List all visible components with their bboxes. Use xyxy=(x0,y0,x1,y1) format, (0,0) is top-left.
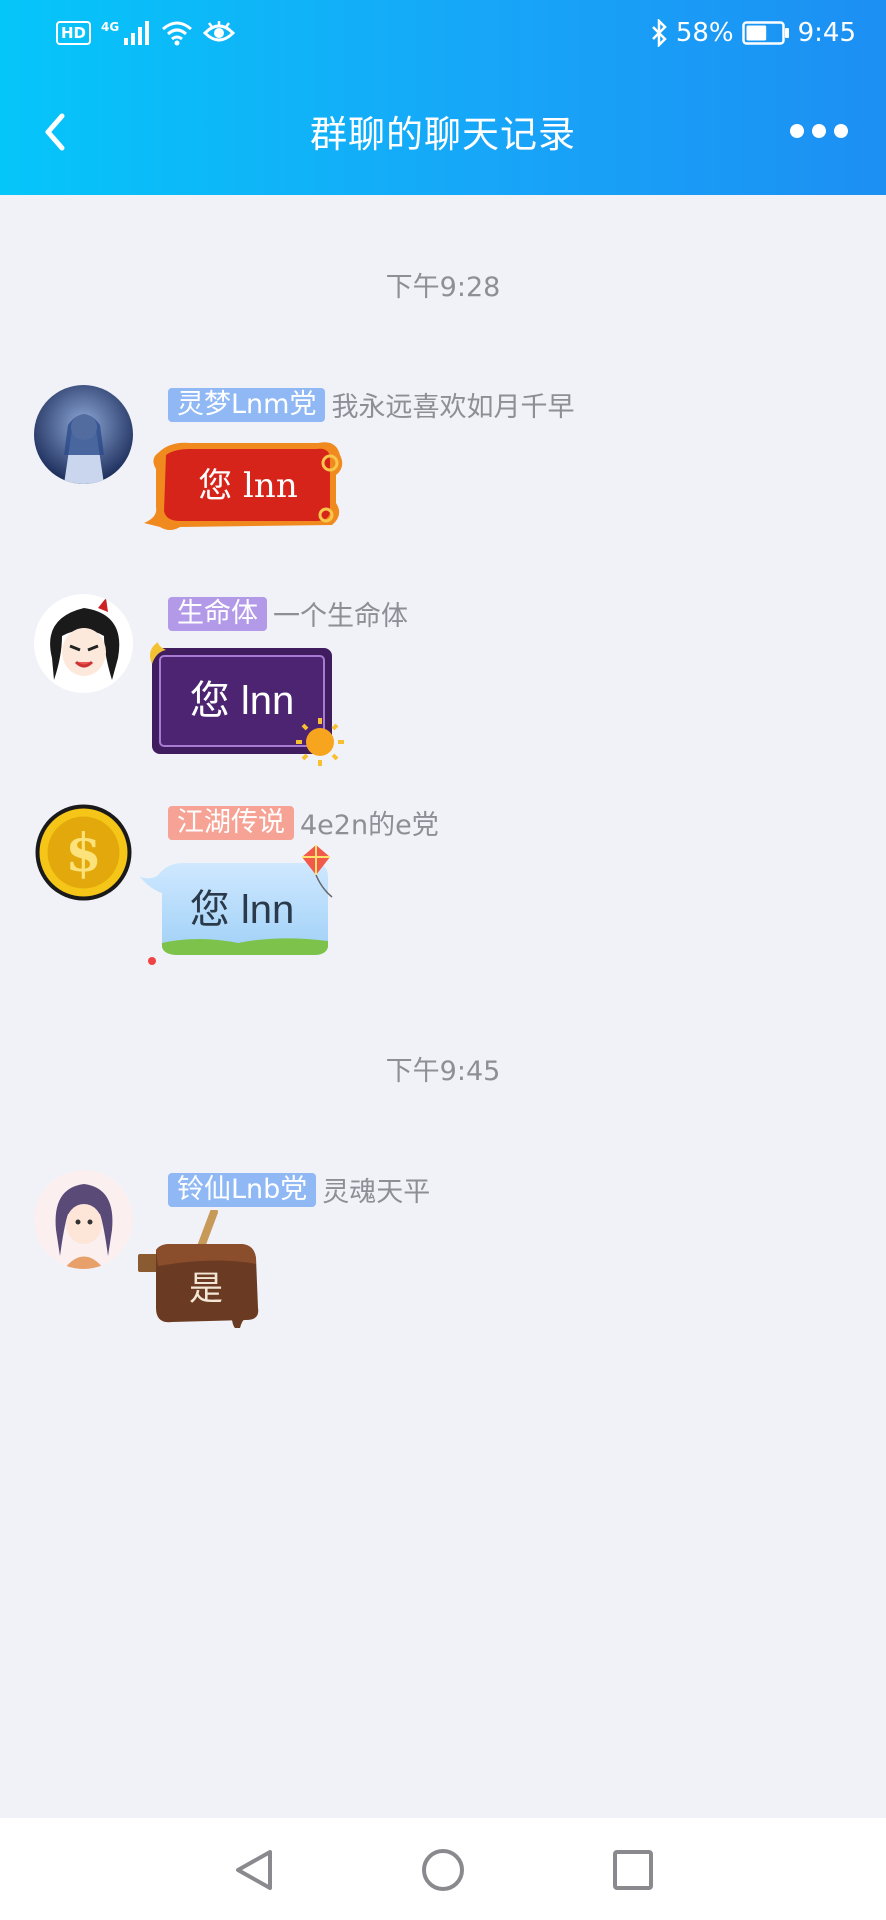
wifi-icon xyxy=(162,21,193,46)
more-options-button[interactable] xyxy=(790,122,848,140)
sender-row: 铃仙Lnb党 灵魂天平 xyxy=(168,1170,430,1209)
sender-row: 生命体 一个生命体 xyxy=(168,594,408,633)
eye-icon xyxy=(203,21,236,42)
system-navigation-bar xyxy=(0,1818,886,1920)
status-bar: HD 4G 58% 9:45 xyxy=(0,0,886,74)
nav-bar: 群聊的聊天记录 xyxy=(0,74,886,195)
page-title: 群聊的聊天记录 xyxy=(310,113,576,156)
chat-message: 灵梦Lnm党 我永远喜欢如月千早 您 lnn xyxy=(0,385,886,545)
avatar[interactable] xyxy=(34,1170,133,1269)
circle-home-icon xyxy=(422,1849,464,1891)
sender-nickname: 我永远喜欢如月千早 xyxy=(331,392,575,423)
bubble-text: 您 lnn xyxy=(198,466,297,506)
more-dot-icon xyxy=(790,124,804,138)
sender-row: 江湖传说 4e2n的e党 xyxy=(168,803,439,842)
sender-nickname: 4e2n的e党 xyxy=(300,810,439,841)
square-recents-icon xyxy=(613,1850,653,1890)
timestamp: 下午9:45 xyxy=(385,1056,501,1087)
chat-message: $ 江湖传说 4e2n的e党 您 lnn xyxy=(0,803,886,973)
bubble-text: 您 lnn xyxy=(190,888,295,932)
group-title-badge: 灵梦Lnm党 xyxy=(168,387,326,422)
more-dot-icon xyxy=(812,124,826,138)
chat-message: 铃仙Lnb党 灵魂天平 是 xyxy=(0,1170,886,1340)
avatar[interactable] xyxy=(34,385,133,484)
nav-home-button[interactable] xyxy=(420,1846,466,1898)
battery-percent: 58% xyxy=(675,18,734,48)
message-bubble[interactable]: 您 lnn xyxy=(144,638,348,770)
avatar[interactable] xyxy=(34,594,133,693)
header: HD 4G 58% 9:45 群聊的聊天记录 xyxy=(0,0,886,195)
sender-row: 灵梦Lnm党 我永远喜欢如月千早 xyxy=(168,385,574,424)
status-left: HD 4G xyxy=(56,20,236,46)
status-right: 58% 9:45 xyxy=(650,18,856,48)
network-type-label: 4G xyxy=(101,20,120,34)
signal-icon xyxy=(124,21,150,45)
group-title-badge: 江湖传说 xyxy=(168,805,294,840)
chat-message: 生命体 一个生命体 您 lnn xyxy=(0,594,886,774)
status-time: 9:45 xyxy=(797,18,856,48)
hd-badge: HD xyxy=(56,21,92,45)
timestamp: 下午9:28 xyxy=(385,272,501,303)
message-bubble[interactable]: 是 xyxy=(136,1208,274,1329)
battery-icon xyxy=(741,21,789,45)
nav-recents-button[interactable] xyxy=(610,1846,656,1898)
group-title-badge: 生命体 xyxy=(168,596,267,631)
more-dot-icon xyxy=(834,124,848,138)
message-bubble[interactable]: 您 lnn xyxy=(138,843,348,973)
bubble-text: 您 lnn xyxy=(190,679,295,723)
bubble-text: 是 xyxy=(189,1269,223,1309)
sender-nickname: 灵魂天平 xyxy=(322,1177,431,1208)
svg-text:$: $ xyxy=(65,823,101,884)
sender-nickname: 一个生命体 xyxy=(273,601,408,632)
bluetooth-icon xyxy=(651,19,667,47)
group-title-badge: 铃仙Lnb党 xyxy=(168,1172,317,1207)
message-bubble[interactable]: 您 lnn xyxy=(140,437,346,533)
avatar[interactable]: $ xyxy=(34,803,133,902)
triangle-back-icon xyxy=(236,1850,272,1890)
nav-back-button[interactable] xyxy=(232,1846,276,1898)
